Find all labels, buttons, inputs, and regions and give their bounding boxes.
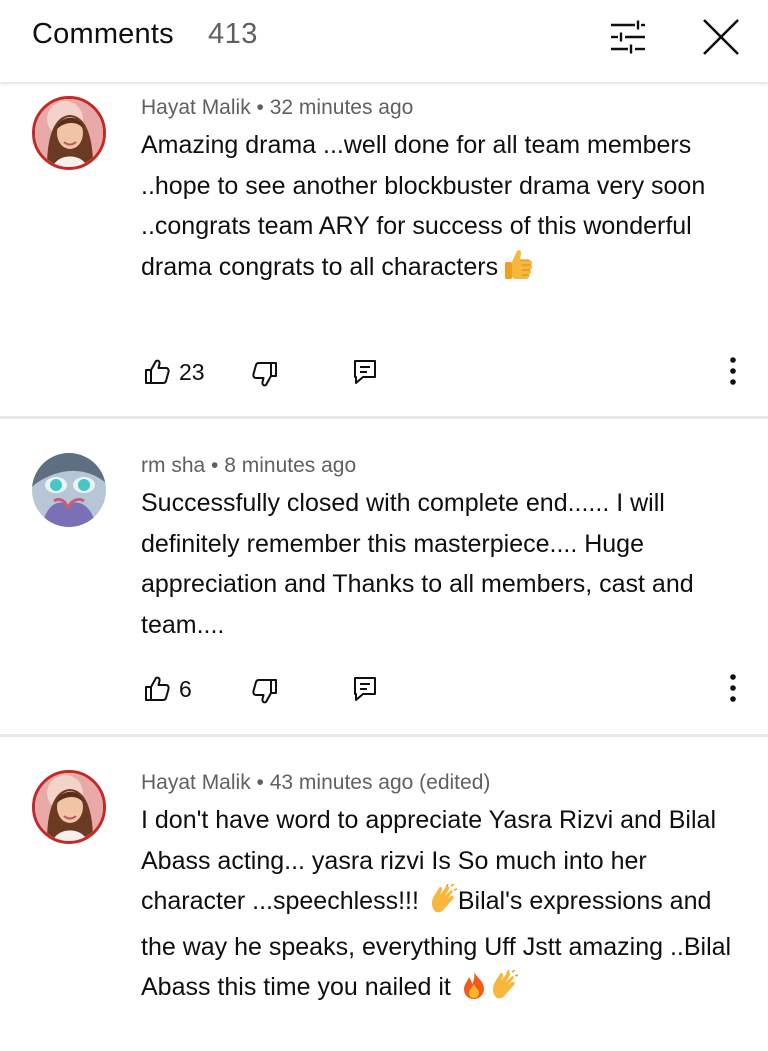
avatar-image: [35, 773, 103, 841]
close-icon: [703, 19, 739, 55]
avatar[interactable]: [32, 96, 106, 170]
avatar-image: [35, 99, 103, 167]
like-count: 6: [179, 675, 192, 702]
thumbs-down-outline-icon: [252, 679, 277, 704]
comment-text: I don't have word to appreciate Yasra Ri…: [141, 800, 741, 1013]
comment-divider: [0, 416, 768, 419]
comments-title: Comments: [32, 18, 174, 50]
reply-icon: [354, 360, 376, 384]
avatar-image: [32, 453, 106, 527]
meta-separator: •: [205, 454, 225, 477]
comment-text-content: Amazing drama ...well done for all team …: [141, 131, 706, 281]
meta-separator: •: [250, 771, 270, 794]
like-count: 23: [179, 358, 205, 385]
meta-separator: •: [250, 96, 270, 119]
comment-time: 32 minutes ago: [269, 96, 414, 119]
clapping-hands-icon: [428, 883, 458, 927]
avatar[interactable]: [32, 770, 106, 844]
comment-time: 43 minutes ago (edited): [269, 771, 491, 794]
thumbs-up-icon: [502, 248, 534, 293]
avatar[interactable]: [32, 453, 106, 527]
reply-button[interactable]: [352, 675, 378, 703]
author-name[interactable]: Hayat Malik: [141, 771, 251, 794]
close-button[interactable]: [696, 14, 746, 60]
fire-icon: [460, 970, 488, 1013]
comments-count: 413: [208, 18, 258, 50]
more-vert-icon: [730, 674, 736, 702]
thumbs-up-outline-icon: [145, 359, 170, 384]
author-name[interactable]: Hayat Malik: [141, 96, 251, 119]
comment-divider: [0, 734, 768, 737]
clapping-hands-icon: [489, 969, 519, 1013]
comment-text: Successfully closed with complete end...…: [141, 489, 694, 639]
dislike-button[interactable]: [251, 360, 279, 388]
comments-header: Comments 413: [0, 0, 768, 82]
thumbs-down-outline-icon: [252, 362, 277, 387]
comment-meta: Hayat Malik • 43 minutes ago (edited): [141, 771, 490, 795]
dislike-button[interactable]: [251, 677, 279, 705]
like-button[interactable]: 6: [143, 675, 192, 703]
comment-meta: Hayat Malik • 32 minutes ago: [141, 96, 413, 120]
reply-button[interactable]: [352, 358, 378, 386]
comment-time: 8 minutes ago: [224, 454, 357, 477]
more-vert-icon: [730, 357, 736, 385]
tune-icon: [611, 20, 645, 54]
like-button[interactable]: 23: [143, 358, 205, 386]
more-options-button[interactable]: [722, 673, 744, 703]
more-options-button[interactable]: [722, 356, 744, 386]
comment-meta: rm sha • 8 minutes ago: [141, 454, 356, 478]
reply-icon: [354, 677, 376, 701]
thumbs-up-outline-icon: [145, 676, 170, 701]
filter-button[interactable]: [603, 14, 653, 60]
author-name[interactable]: rm sha: [141, 454, 205, 477]
comment-text: Amazing drama ...well done for all team …: [141, 125, 741, 292]
